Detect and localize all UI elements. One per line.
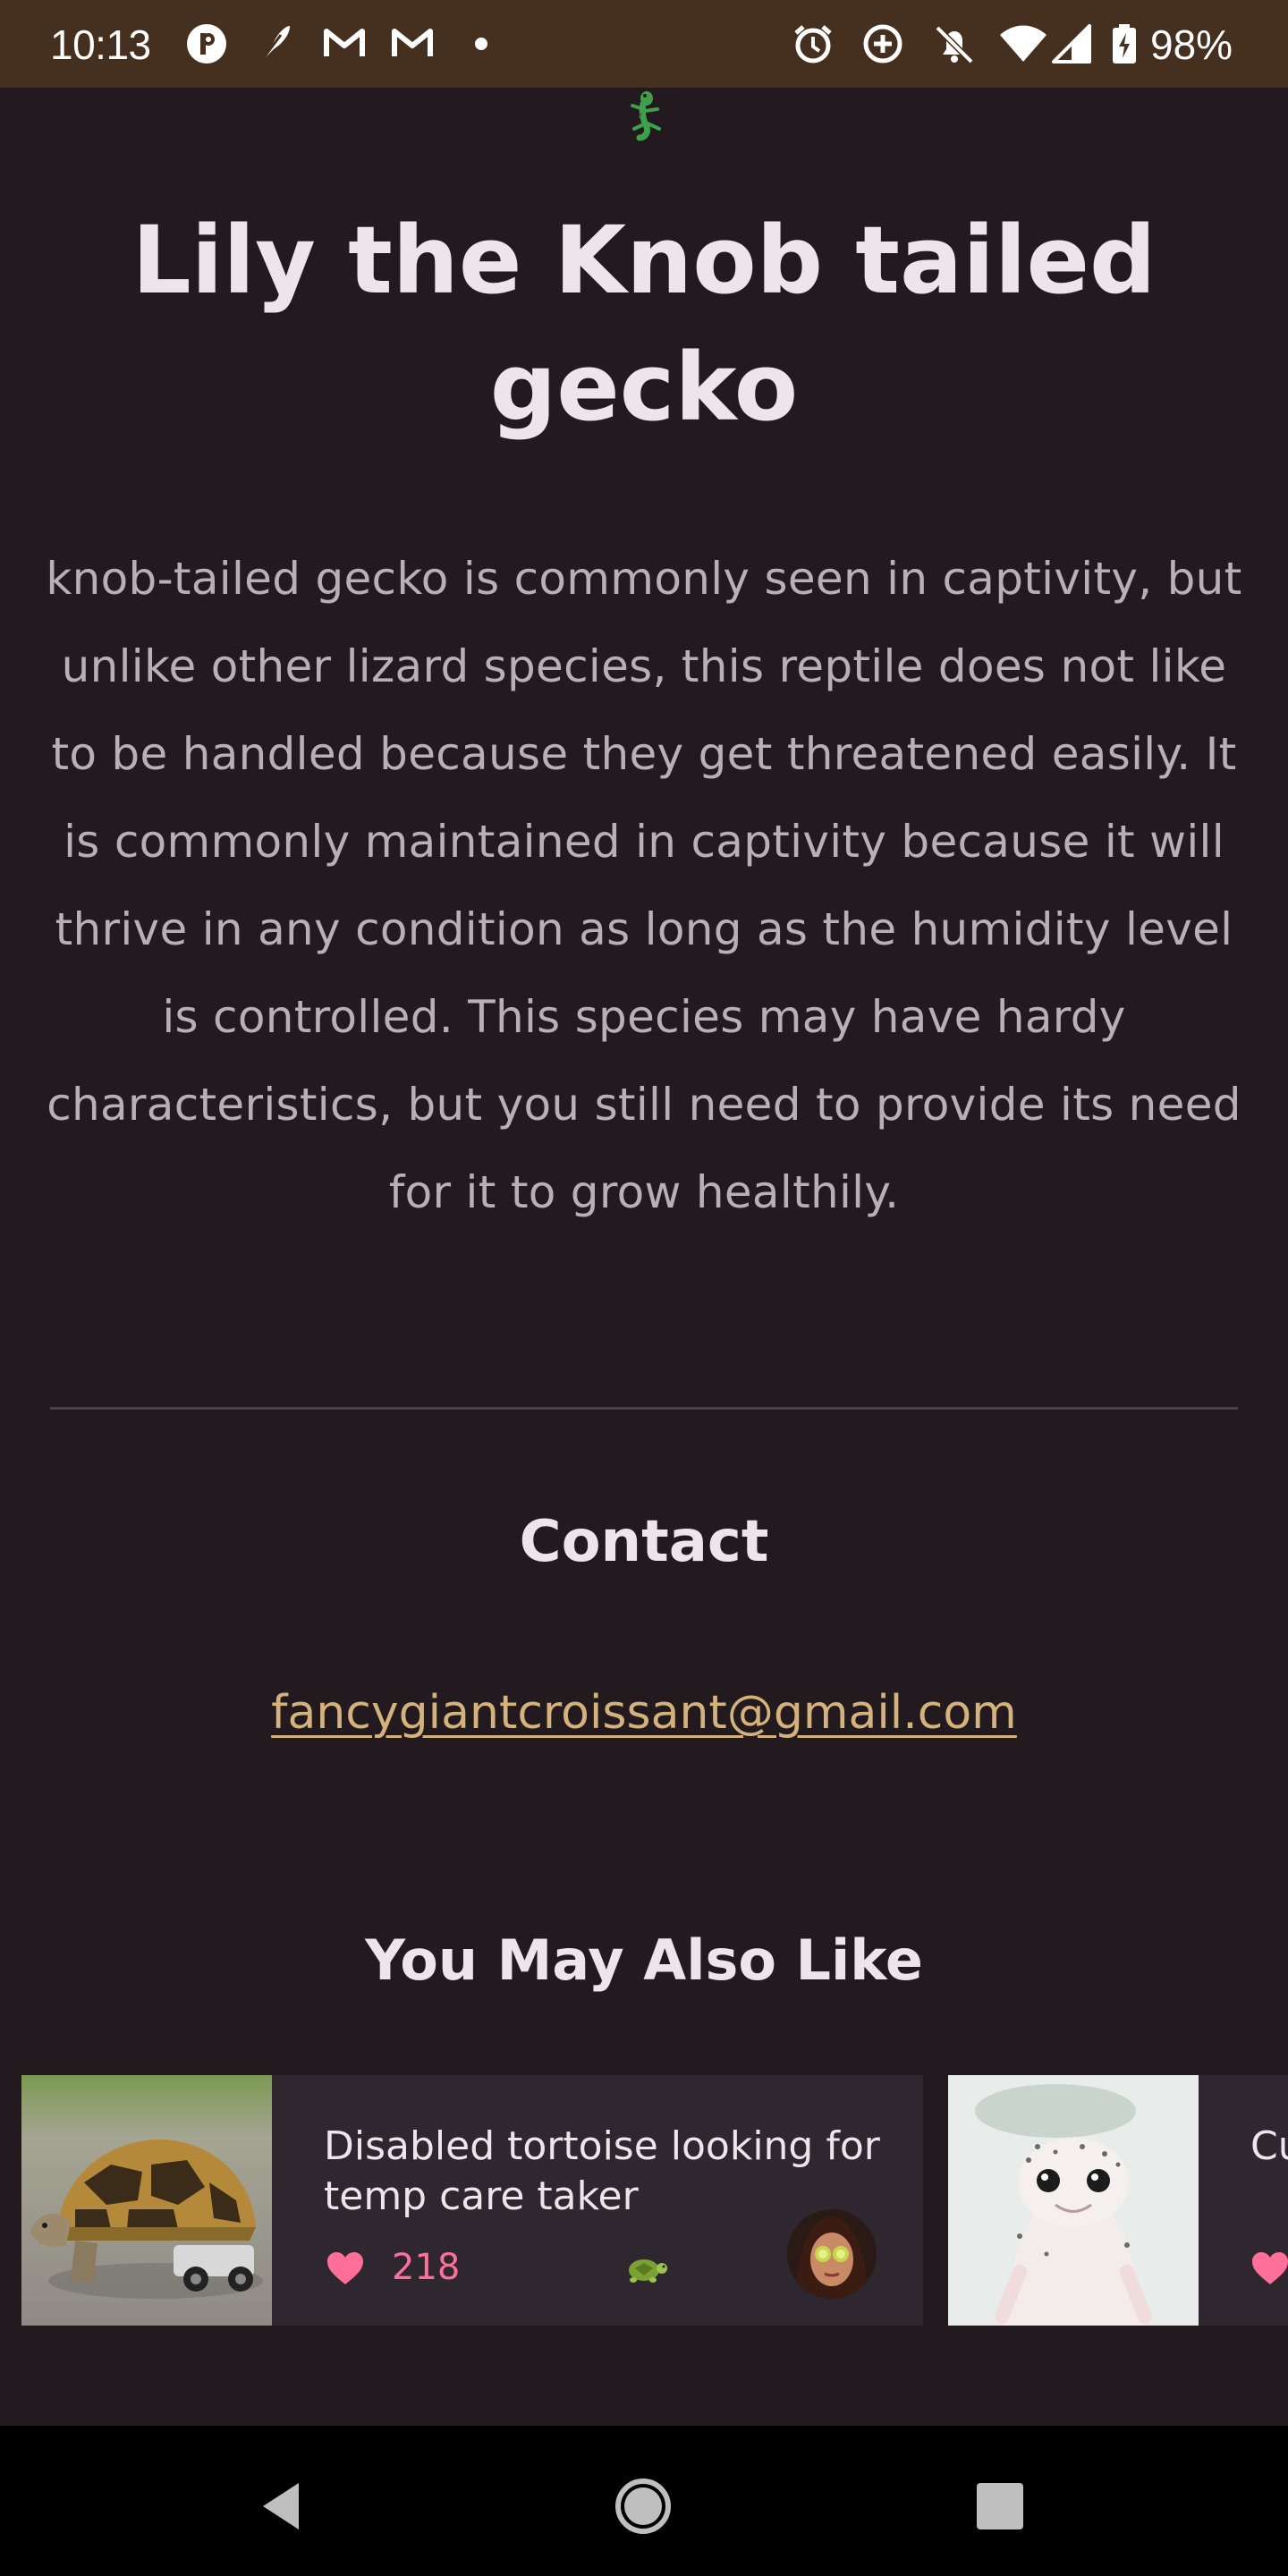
recents-icon[interactable] xyxy=(968,2474,1032,2538)
contact-heading: Contact xyxy=(519,1509,769,1575)
tortoise-photo xyxy=(21,2075,272,2326)
signal-icon xyxy=(1052,24,1091,64)
status-bar: 10:13 98% xyxy=(0,0,1288,88)
pet-description: knob-tailed gecko is commonly seen in ca… xyxy=(46,553,1242,1218)
contact-email-link[interactable]: fancygiantcroissant@gmail.com xyxy=(0,1683,1288,1742)
leopard-gecko-photo xyxy=(948,2075,1199,2326)
recommendation-card[interactable]: Cu xyxy=(948,2075,1288,2326)
heart-icon[interactable] xyxy=(1250,2250,1288,2286)
gmail-icon xyxy=(392,29,433,56)
heart-icon[interactable] xyxy=(326,2250,365,2286)
more-notifications-dot-icon xyxy=(475,38,487,50)
back-icon[interactable] xyxy=(250,2474,315,2538)
page-title: Lily the Knob tailed gecko xyxy=(131,206,1157,442)
user-avatar[interactable] xyxy=(787,2209,877,2299)
recommendation-card[interactable]: Disabled tortoise looking for temp care … xyxy=(21,2075,923,2326)
wifi-icon xyxy=(1000,25,1046,62)
screen: 10:13 98% Lily the Knob tailed gecko kno… xyxy=(0,0,1288,2576)
also-like-heading: You May Also Like xyxy=(365,1928,923,1993)
gecko-emoji-icon xyxy=(631,91,661,141)
navigation-bar xyxy=(0,2426,1288,2576)
like-count: 218 xyxy=(392,2247,461,2288)
gmail-icon xyxy=(324,29,365,56)
status-time: 10:13 xyxy=(50,21,151,68)
home-icon[interactable] xyxy=(611,2474,675,2538)
battery-percentage: 98% xyxy=(1150,21,1233,68)
alarm-icon xyxy=(794,25,832,64)
feather-icon xyxy=(258,26,290,64)
data-saver-icon xyxy=(863,24,902,64)
card-title: Cu xyxy=(1250,2123,1288,2169)
card-title: Disabled tortoise looking for temp care … xyxy=(324,2123,880,2219)
p-app-icon xyxy=(187,24,226,64)
turtle-icon xyxy=(629,2259,667,2283)
notifications-off-icon xyxy=(935,25,974,64)
section-divider xyxy=(50,1407,1238,1410)
battery-charging-icon xyxy=(1113,24,1136,64)
